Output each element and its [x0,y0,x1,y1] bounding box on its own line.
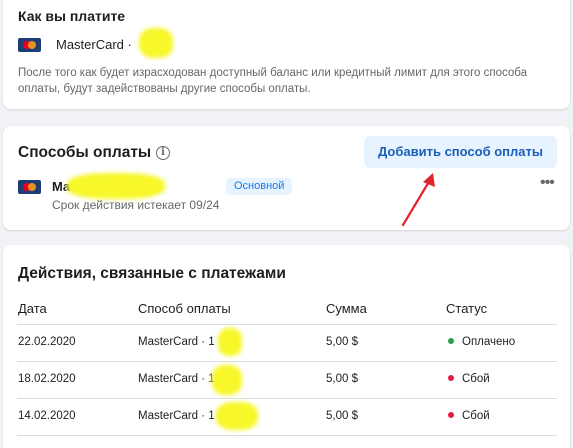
add-payment-method-button[interactable]: Добавить способ оплаты [364,136,557,168]
redaction-mark [139,28,173,58]
how-you-pay-title: Как вы платите [18,8,126,24]
row-divider [17,435,557,436]
payment-methods-title: Способы оплаты [18,144,152,161]
mastercard-icon [18,38,41,52]
column-header-amount[interactable]: Сумма [326,301,367,316]
row-status: Сбой [448,410,490,422]
row-date: 18.02.2020 [18,373,76,385]
info-icon[interactable]: i [156,146,170,160]
row-method: MasterCard · 1 [138,410,215,422]
how-you-pay-card: Как вы платите MasterCard · После того к… [3,0,570,109]
transactions-title: Действия, связанные с платежами [18,265,286,282]
primary-badge: Основной [226,178,293,195]
redaction-mark [67,173,165,199]
card-name: MasterCard · [56,37,132,52]
annotation-arrow [401,173,435,227]
status-success-icon [448,337,454,344]
row-divider [17,398,557,399]
row-status-label: Сбой [462,410,490,422]
row-divider [17,361,557,362]
column-header-method[interactable]: Способ оплаты [138,301,231,316]
row-method: MasterCard · 1 [138,373,215,385]
row-divider [17,324,557,325]
row-amount: 5,00 $ [326,373,358,385]
row-amount: 5,00 $ [326,410,358,422]
more-options-icon[interactable]: ••• [540,175,558,191]
mastercard-icon [18,180,41,194]
row-date: 22.02.2020 [18,336,76,348]
column-header-status[interactable]: Статус [446,301,487,316]
redaction-mark [216,402,258,430]
row-status-label: Оплачено [462,336,516,348]
row-status-label: Сбой [462,373,490,385]
card-expiry: Срок действия истекает 09/24 [52,198,220,212]
status-failed-icon [448,374,454,381]
row-date: 14.02.2020 [18,410,76,422]
redaction-mark [212,365,242,395]
row-method: MasterCard · 1 [138,336,215,348]
row-status: Сбой [448,373,490,385]
payment-methods-card: Способы оплаты i Добавить способ оплаты … [3,126,570,230]
row-amount: 5,00 $ [326,336,358,348]
how-you-pay-note: После того как будет израсходован доступ… [18,67,527,95]
row-status: Оплачено [448,336,515,348]
transactions-card: Действия, связанные с платежами Дата Спо… [3,245,570,448]
column-header-date[interactable]: Дата [18,301,47,316]
redaction-mark [218,328,242,356]
status-failed-icon [448,411,454,418]
